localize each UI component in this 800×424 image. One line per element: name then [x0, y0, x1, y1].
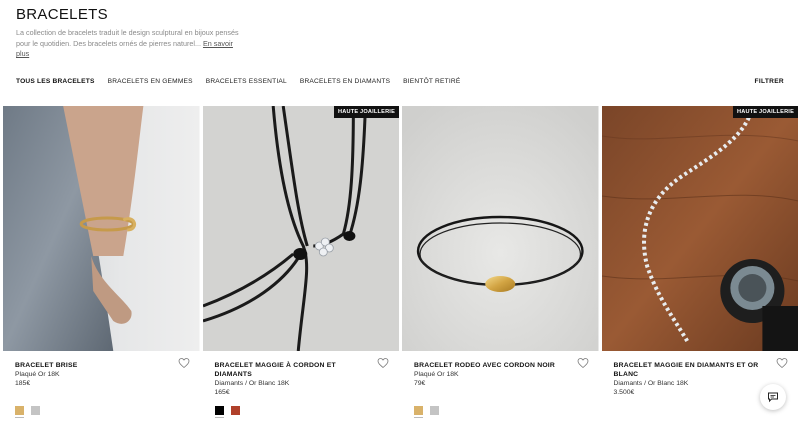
product-name: BRACELET MAGGIE À CORDON ET DIAMANTS — [214, 362, 336, 378]
swatch-gold[interactable] — [414, 406, 423, 415]
tab-gem-bracelets[interactable]: BRACELETS EN GEMMES — [108, 78, 193, 85]
product-name: BRACELET MAGGIE EN DIAMANTS ET OR BLANC — [613, 362, 759, 378]
filter-button[interactable]: FILTRER — [755, 78, 784, 85]
color-swatches — [15, 406, 40, 415]
product-price: 185€ — [15, 380, 31, 387]
product-material: Plaqué Or 18K — [414, 371, 459, 378]
product-material: Plaqué Or 18K — [15, 371, 60, 378]
color-swatches — [214, 406, 240, 415]
swatch-red[interactable] — [230, 406, 240, 415]
product-badge: HAUTE JOAILLERIE — [334, 106, 399, 118]
product-material: Diamants / Or Blanc 18K — [613, 380, 689, 387]
product-name: BRACELET BRISE — [15, 362, 78, 369]
swatch-silver[interactable] — [430, 406, 439, 415]
product-card[interactable]: HAUTE JOAILLERIE BRACELET MAGGIE EN DIAM… — [601, 106, 798, 424]
page-title: BRACELETS — [16, 6, 108, 23]
color-swatches — [414, 406, 439, 415]
heart-outline-icon[interactable] — [178, 357, 190, 369]
product-image[interactable]: HAUTE JOAILLERIE — [601, 106, 798, 351]
swatch-silver[interactable] — [31, 406, 40, 415]
heart-outline-icon[interactable] — [377, 357, 389, 369]
category-tabs: TOUS LES BRACELETS BRACELETS EN GEMMES B… — [16, 78, 460, 85]
tab-all-bracelets[interactable]: TOUS LES BRACELETS — [16, 78, 95, 85]
product-image[interactable]: HAUTE JOAILLERIE — [202, 106, 399, 351]
chat-bubble-icon — [768, 392, 778, 403]
swatch-black[interactable] — [214, 406, 224, 415]
product-grid: BRACELET BRISE Plaqué Or 18K 185€ HAUTE … — [3, 106, 798, 424]
product-card[interactable]: HAUTE JOAILLERIE BRACELET MAGGIE À CORDO… — [202, 106, 399, 424]
product-card[interactable]: BRACELET BRISE Plaqué Or 18K 185€ — [3, 106, 200, 424]
product-price: 79€ — [414, 380, 426, 387]
product-image[interactable] — [3, 106, 200, 351]
swatch-gold[interactable] — [15, 406, 24, 415]
tab-diamond-bracelets[interactable]: BRACELETS EN DIAMANTS — [300, 78, 390, 85]
product-card[interactable]: BRACELET RODEO AVEC CORDON NOIR Plaqué O… — [402, 106, 599, 424]
collection-intro: La collection de bracelets traduit le de… — [16, 28, 246, 60]
heart-outline-icon[interactable] — [577, 357, 589, 369]
product-name: BRACELET RODEO AVEC CORDON NOIR — [414, 362, 556, 369]
product-badge: HAUTE JOAILLERIE — [733, 106, 798, 118]
product-image[interactable] — [402, 106, 599, 351]
heart-outline-icon[interactable] — [776, 357, 788, 369]
product-price: 165€ — [214, 389, 230, 396]
tab-essential-bracelets[interactable]: BRACELETS ESSENTIAL — [206, 78, 287, 85]
product-material: Diamants / Or Blanc 18K — [214, 380, 290, 387]
chat-button[interactable] — [760, 384, 786, 410]
tab-soon-retired[interactable]: BIENTÔT RETIRÉ — [403, 78, 460, 85]
